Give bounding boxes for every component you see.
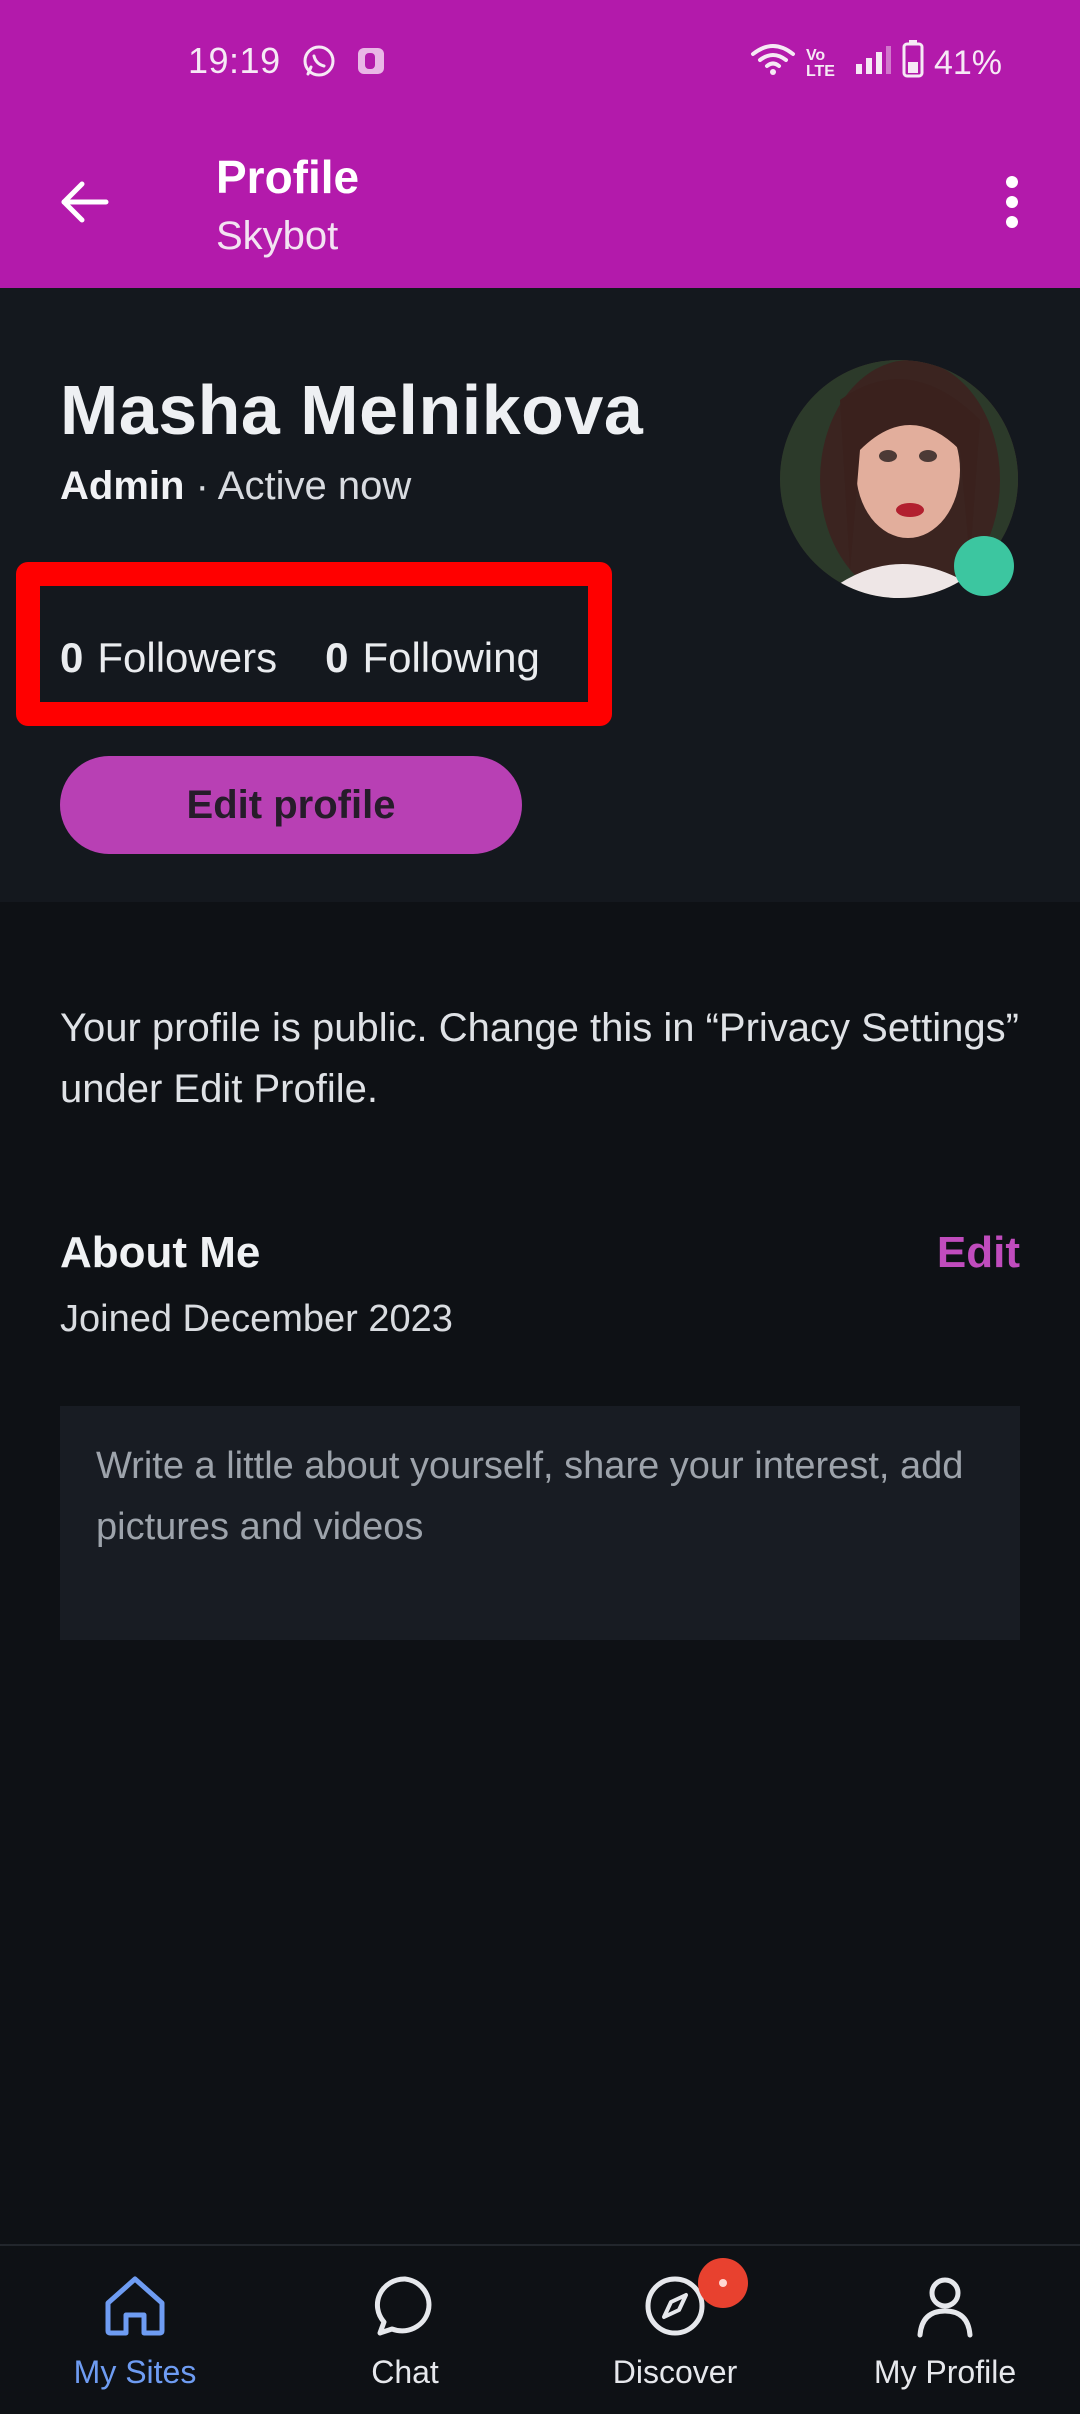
nav-label: My Profile <box>873 2354 1017 2390</box>
bottom-nav: My Sites Chat Discover My Profile <box>0 2244 1080 2414</box>
followers-count: 0 <box>60 634 84 681</box>
about-me-input[interactable]: Write a little about yourself, share you… <box>60 1406 1020 1640</box>
site-name: Skybot <box>216 214 339 258</box>
wifi-icon <box>750 42 796 85</box>
profile-name: Masha Melnikova <box>60 371 644 449</box>
nav-chat[interactable]: Chat <box>270 2246 540 2414</box>
person-icon <box>909 2270 981 2342</box>
arrow-left-icon <box>58 180 110 229</box>
signal-icon <box>854 44 892 83</box>
edit-profile-button[interactable]: Edit profile <box>60 756 522 854</box>
home-icon <box>99 2270 171 2342</box>
nav-label: My Sites <box>73 2354 197 2390</box>
online-indicator <box>954 536 1014 596</box>
nav-label: Chat <box>371 2354 439 2390</box>
profile-header: Masha Melnikova Admin · Active now 0 Fol… <box>0 288 1080 902</box>
role-status-line: Admin · Active now <box>60 464 411 509</box>
battery-icon <box>902 40 924 87</box>
followers-link[interactable]: Followers <box>97 634 277 682</box>
whatsapp-icon <box>302 44 336 78</box>
more-options-button[interactable] <box>976 168 1048 240</box>
privacy-note: Your profile is public. Change this in “… <box>60 1006 1019 1111</box>
separator: · <box>195 464 209 508</box>
back-button[interactable] <box>48 168 120 240</box>
following-link[interactable]: Following <box>362 634 539 682</box>
volte-label: Vo LTE <box>805 46 835 80</box>
status-time: 19:19 <box>188 40 281 81</box>
about-edit-button[interactable]: Edit <box>937 1228 1020 1278</box>
nav-my-sites[interactable]: My Sites <box>0 2246 270 2414</box>
app-bar: Profile Skybot <box>0 126 1080 288</box>
top-bar: 19:19 Vo LTE 41% Profile Skybot <box>0 0 1080 288</box>
status-bar: 19:19 Vo LTE 41% <box>0 0 1080 126</box>
battery-percent: 41% <box>933 44 1002 82</box>
notification-badge <box>698 2258 748 2308</box>
joined-date: Joined December 2023 <box>60 1298 453 1340</box>
nav-label: Discover <box>612 2354 738 2390</box>
role-label: Admin <box>60 464 185 508</box>
following-count: 0 <box>325 634 349 681</box>
follow-stats: 0 Followers 0 Following <box>60 634 540 682</box>
more-vertical-icon <box>1005 175 1019 233</box>
nav-discover[interactable]: Discover <box>540 2246 810 2414</box>
status-indicators: Vo LTE 41% <box>750 40 1002 87</box>
page-title: Profile <box>216 151 360 203</box>
chat-icon <box>369 2270 441 2342</box>
active-status: Active now <box>217 464 412 508</box>
nav-my-profile[interactable]: My Profile <box>810 2246 1080 2414</box>
about-me-title: About Me <box>60 1228 261 1277</box>
app-notification-icon <box>354 44 388 78</box>
